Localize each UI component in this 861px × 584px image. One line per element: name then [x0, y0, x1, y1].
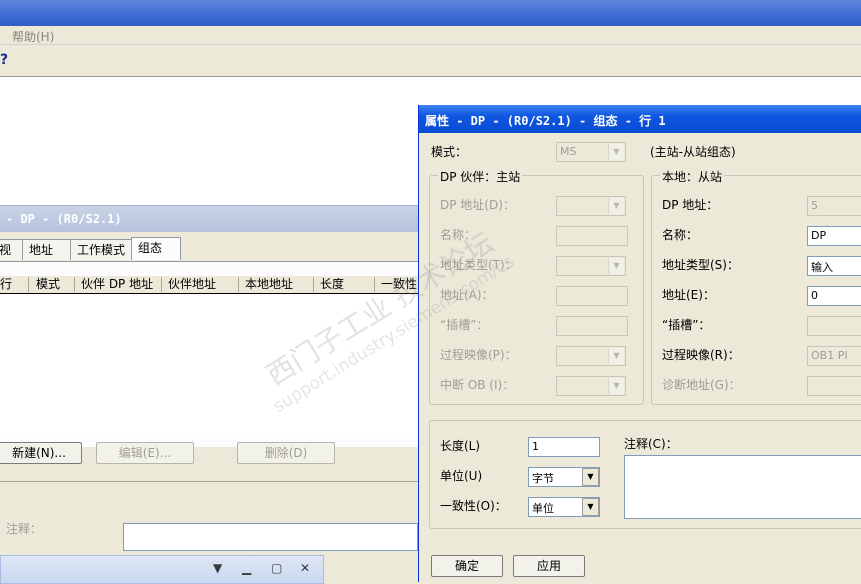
minimized-window-bar: ▼ ▁ ▢ ✕ — [0, 555, 324, 584]
local-process-image-label: 过程映像(R)： — [662, 348, 740, 362]
mode-description: (主站-从站组态) — [650, 145, 736, 159]
local-address-type-label: 地址类型(S)： — [662, 258, 739, 272]
table-body[interactable] — [0, 294, 418, 439]
properties-dialog: 属性 - DP - (R0/S2.1) - 组态 - 行 1 模式： MS ▼ … — [418, 105, 861, 582]
comment-label: 注释： — [6, 522, 43, 536]
minimize-icon[interactable]: ▁ — [242, 561, 251, 575]
length-value: 1 — [532, 440, 539, 453]
tab-address[interactable]: 地址 — [22, 239, 74, 260]
column-length[interactable]: 长度 — [314, 277, 375, 292]
background-window-title-bar: - DP - (R0/S2.1) — [0, 206, 418, 232]
partner-process-image-label: 过程映像(P)： — [440, 348, 517, 362]
dropdown-icon[interactable]: ▼ — [213, 561, 222, 575]
local-diag-address-label: 诊断地址(G)： — [662, 378, 741, 392]
chevron-down-icon: ▼ — [608, 258, 624, 274]
tab-row: 视 地址 工作模式 组态 — [0, 237, 418, 261]
comment-field[interactable] — [123, 523, 418, 551]
column-partner-dp-address[interactable]: 伙伴 DP 地址 — [75, 277, 162, 292]
menu-bar: 帮助(H) — [0, 26, 861, 45]
ok-button[interactable]: 确定 — [431, 555, 503, 577]
column-local-address[interactable]: 本地地址 — [239, 277, 314, 292]
local-name-field[interactable]: DP — [807, 226, 861, 246]
partner-group: DP 伙伴：主站 DP 地址(D)： ▼ 名称： 地址类型(T)： ▼ 地址(A… — [429, 168, 644, 405]
apply-button[interactable]: 应用 — [513, 555, 585, 577]
tab-configuration[interactable]: 组态 — [131, 237, 181, 260]
main-title-bar — [0, 0, 861, 26]
local-dp-address-field[interactable]: 5 — [807, 196, 861, 216]
partner-address-label: 地址(A)： — [440, 288, 494, 302]
partner-address-type-select[interactable]: ▼ — [556, 256, 626, 276]
mode-value: MS — [560, 145, 577, 158]
edit-button[interactable]: 编辑(E)... — [96, 442, 194, 464]
divider — [0, 481, 418, 482]
dialog-title-bar: 属性 - DP - (R0/S2.1) - 组态 - 行 1 — [419, 105, 861, 133]
local-group: 本地：从站 DP 地址： 5 名称： DP 地址类型(S)： 输入 地址(E)：… — [651, 168, 861, 405]
consistency-label: 一致性(O)： — [440, 499, 507, 513]
unit-select[interactable]: 字节 ▼ — [528, 467, 600, 487]
local-dp-address-label: DP 地址： — [662, 198, 719, 212]
length-group: 长度(L) 1 单位(U) 字节 ▼ 一致性(O)： 单位 ▼ 注释(C)： — [429, 420, 861, 529]
chevron-down-icon: ▼ — [582, 468, 599, 486]
partner-process-image-select[interactable]: ▼ — [556, 346, 626, 366]
close-icon[interactable]: ✕ — [300, 561, 310, 575]
local-diag-address-field[interactable] — [807, 376, 861, 396]
column-mode[interactable]: 模式 — [30, 277, 75, 292]
column-row[interactable]: 行 — [0, 277, 29, 292]
chevron-down-icon: ▼ — [608, 144, 624, 160]
mode-label: 模式： — [431, 145, 468, 159]
partner-dp-address-select[interactable]: ▼ — [556, 196, 626, 216]
background-window: - DP - (R0/S2.1) 视 地址 工作模式 组态 行 模式 伙伴 DP… — [0, 205, 432, 583]
partner-name-label: 名称： — [440, 228, 477, 242]
partner-slot-label: “插槽”： — [440, 318, 489, 332]
dialog-title: 属性 - DP - (R0/S2.1) - 组态 - 行 1 — [425, 114, 666, 128]
table-header: 行 模式 伙伴 DP 地址 伙伴地址 本地地址 长度 一致性 — [0, 276, 432, 294]
delete-button[interactable]: 删除(D) — [237, 442, 335, 464]
local-name-value: DP — [811, 229, 827, 242]
partner-dp-address-label: DP 地址(D)： — [440, 198, 515, 212]
partner-name-field[interactable] — [556, 226, 628, 246]
chevron-down-icon: ▼ — [608, 348, 624, 364]
background-window-title: - DP - (R0/S2.1) — [6, 212, 122, 226]
new-button[interactable]: 新建(N)... — [0, 442, 82, 464]
partner-interrupt-ob-label: 中断 OB (I)： — [440, 378, 515, 392]
partner-address-field[interactable] — [556, 286, 628, 306]
local-address-value: 0 — [811, 289, 818, 302]
local-address-type-value: 输入 — [811, 261, 833, 274]
consistency-select[interactable]: 单位 ▼ — [528, 497, 600, 517]
column-partner-address[interactable]: 伙伴地址 — [162, 277, 239, 292]
chevron-down-icon: ▼ — [582, 498, 599, 516]
mode-select[interactable]: MS ▼ — [556, 142, 626, 162]
chevron-down-icon: ▼ — [608, 378, 624, 394]
local-address-type-select[interactable]: 输入 — [807, 256, 861, 276]
partner-interrupt-ob-select[interactable]: ▼ — [556, 376, 626, 396]
local-process-image-select[interactable]: OB1 PI — [807, 346, 861, 366]
local-process-image-value: OB1 PI — [811, 349, 848, 362]
local-name-label: 名称： — [662, 228, 699, 242]
length-label: 长度(L) — [440, 439, 481, 453]
local-group-title: 本地：从站 — [660, 168, 725, 185]
local-address-label: 地址(E)： — [662, 288, 715, 302]
local-slot-field[interactable] — [807, 316, 861, 336]
consistency-value: 单位 — [532, 502, 554, 515]
partner-group-title: DP 伙伴：主站 — [438, 168, 523, 185]
comment-textarea[interactable] — [624, 455, 861, 519]
maximize-icon[interactable]: ▢ — [271, 561, 282, 575]
comment-label: 注释(C)： — [624, 437, 678, 451]
chevron-down-icon: ▼ — [608, 198, 624, 214]
unit-label: 单位(U) — [440, 469, 483, 483]
partner-slot-field[interactable] — [556, 316, 628, 336]
menu-help[interactable]: 帮助(H) — [12, 28, 54, 45]
local-dp-address-value: 5 — [811, 199, 818, 212]
length-field[interactable]: 1 — [528, 437, 600, 457]
partner-address-type-label: 地址类型(T)： — [440, 258, 517, 272]
help-question-icon[interactable]: ? — [0, 52, 8, 68]
unit-value: 字节 — [532, 472, 554, 485]
local-address-field[interactable]: 0 — [807, 286, 861, 306]
local-slot-label: “插槽”： — [662, 318, 711, 332]
toolbar: ? — [0, 45, 861, 77]
